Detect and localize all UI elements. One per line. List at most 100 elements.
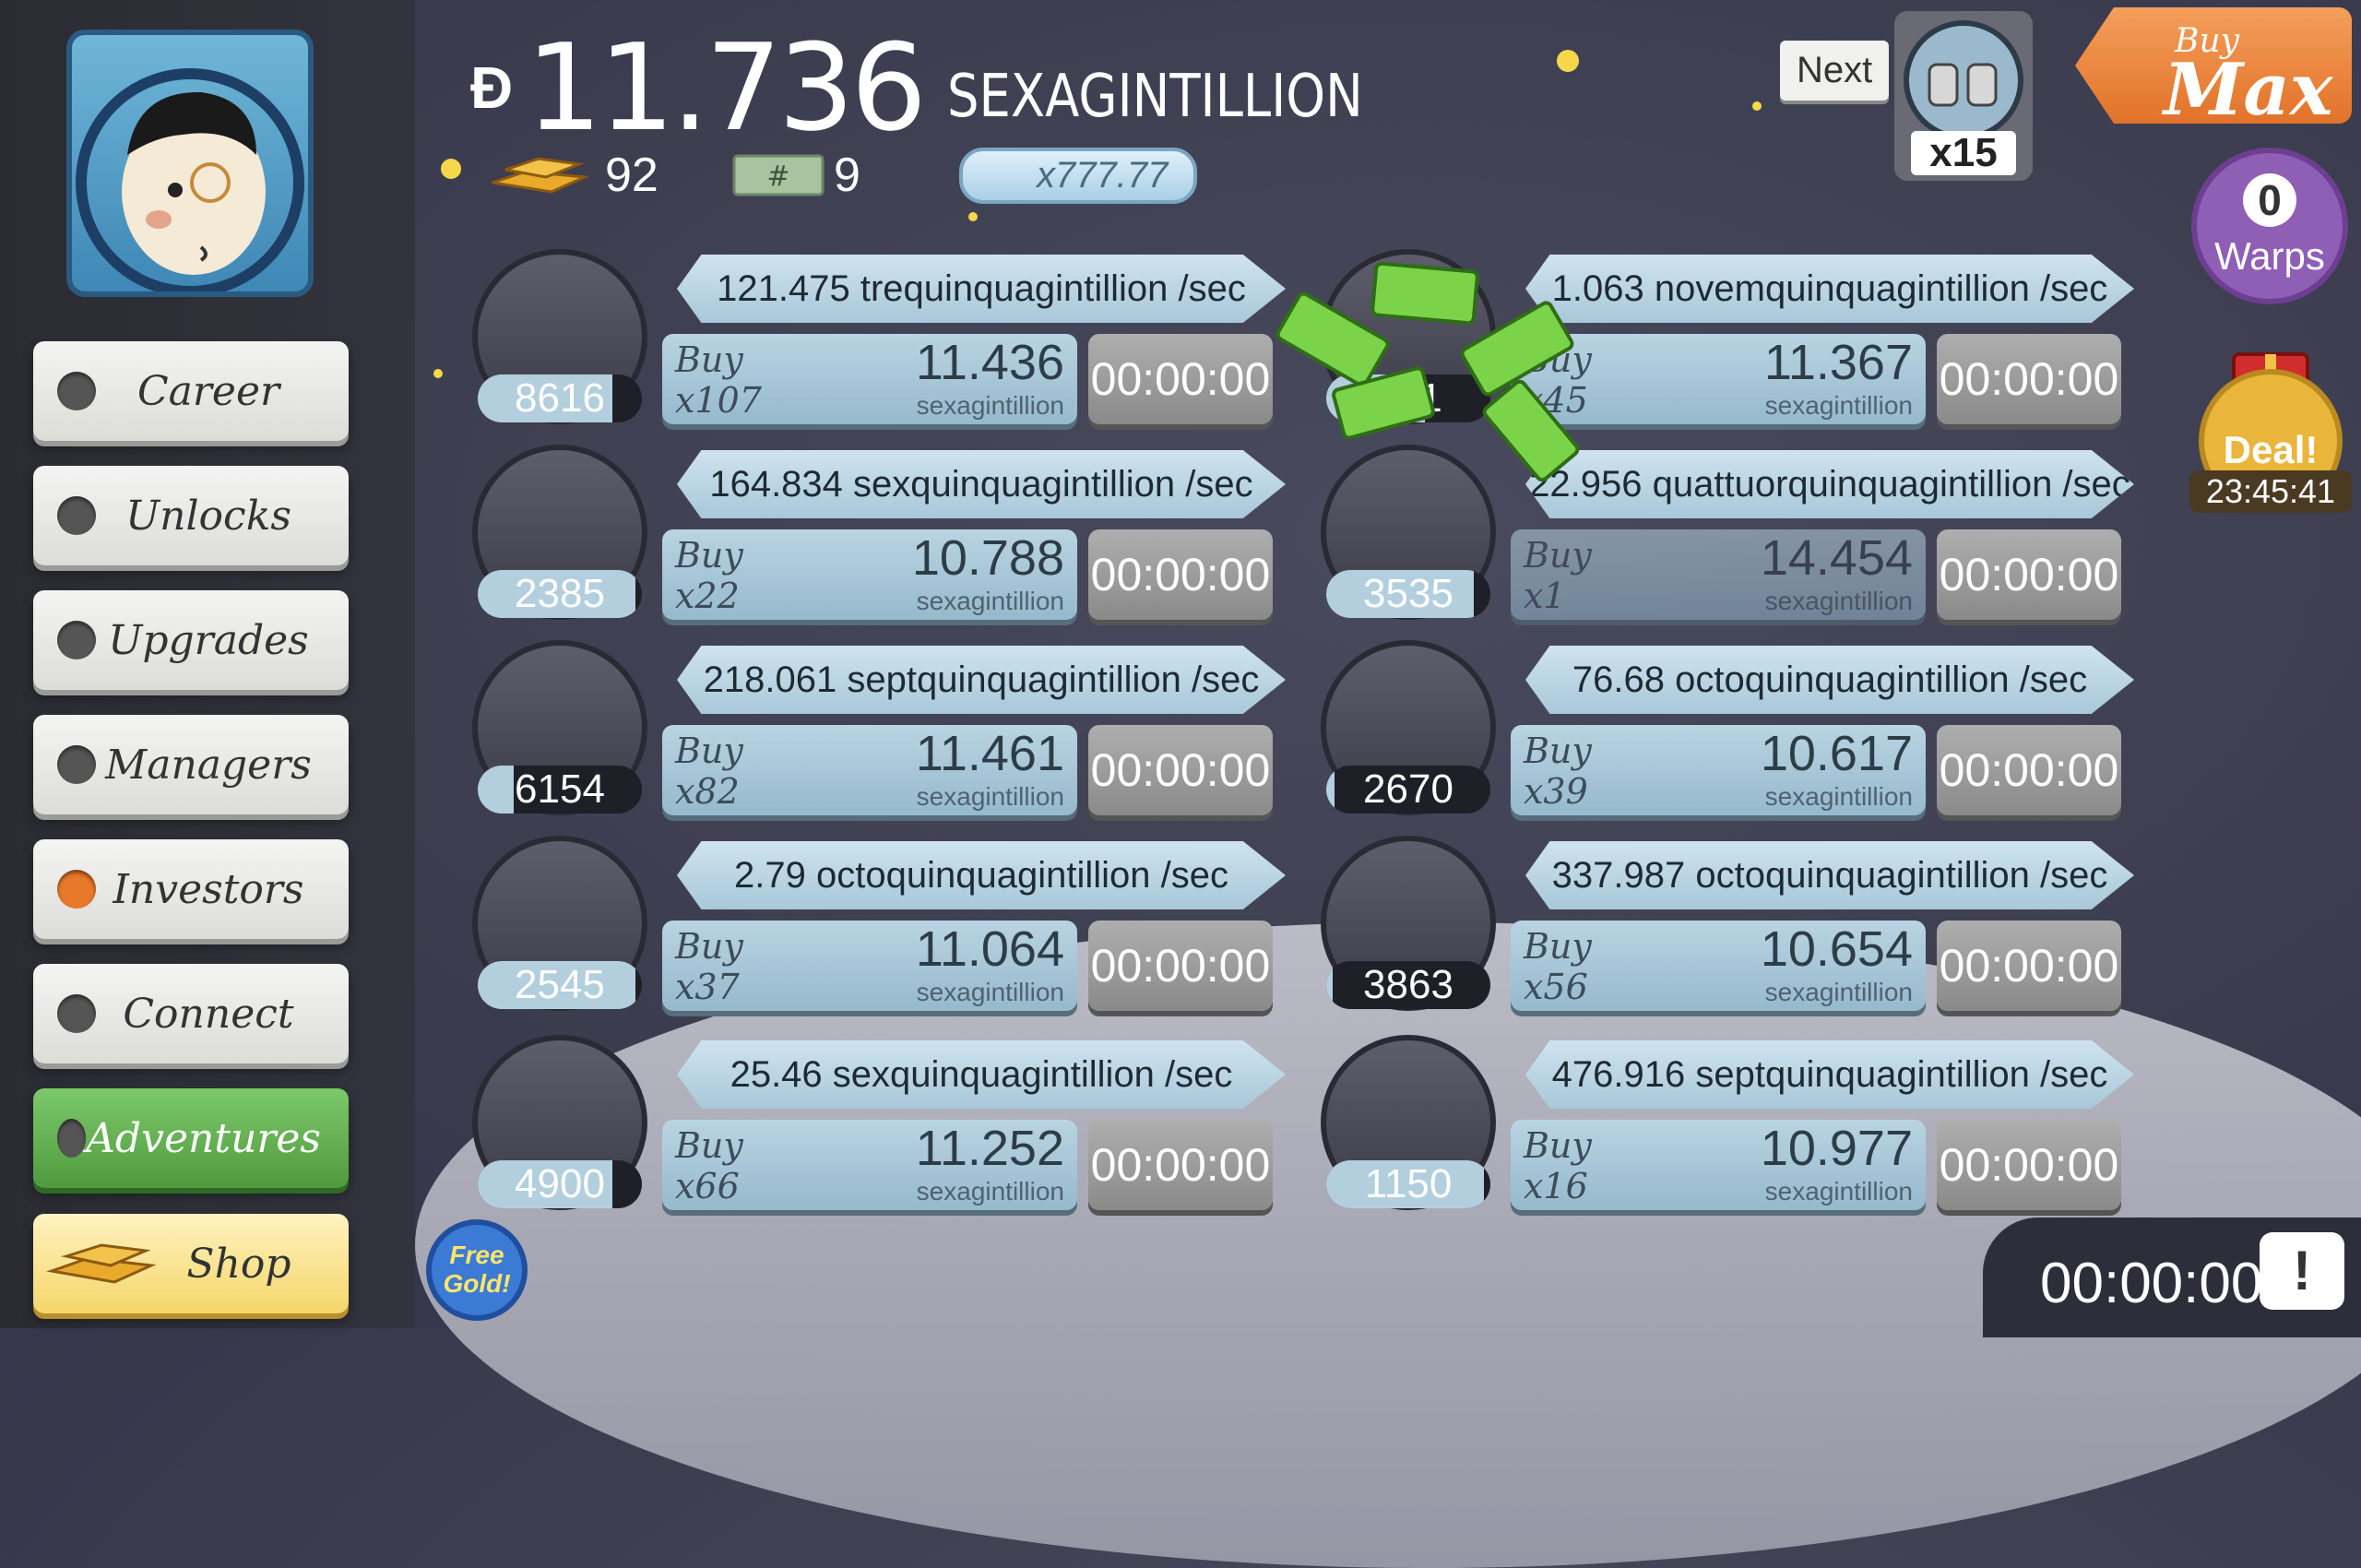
buy-cost: 10.788 bbox=[911, 530, 1064, 586]
business-timer: 00:00:00 bbox=[1937, 725, 2121, 815]
cash-burst-icon bbox=[1275, 261, 1580, 482]
angel-multiplier: x777.77 bbox=[959, 148, 1198, 204]
business-row: 2670 76.68 octoquinquagintillion /sec Buy x… bbox=[1321, 640, 2188, 815]
buy-max-button[interactable]: Buy Max bbox=[2075, 7, 2352, 124]
owned-count-bar: 2545 bbox=[478, 961, 642, 1009]
business-timer: 00:00:00 bbox=[1088, 334, 1273, 424]
star bbox=[968, 212, 978, 221]
buy-quantity: x107 bbox=[675, 380, 762, 421]
next-unlock[interactable]: x15 bbox=[1894, 11, 2033, 181]
business-row: 4900 25.46 sexquinquagintillion /sec Buy x6… bbox=[472, 1035, 1339, 1210]
warps-label: Warps bbox=[2214, 234, 2325, 278]
buy-cost: 10.977 bbox=[1760, 1121, 1913, 1176]
buy-cost: 10.617 bbox=[1760, 726, 1913, 781]
deal-timer: 23:45:41 bbox=[2189, 470, 2352, 513]
owned-count-bar: 8616 bbox=[478, 374, 642, 422]
owned-count: 6154 bbox=[515, 766, 605, 812]
sidebar-item-unlocks[interactable]: Unlocks bbox=[33, 466, 349, 565]
buy-button[interactable]: Buy x56 10.654 sexagintillion bbox=[1511, 921, 1926, 1011]
gold-bars-icon bbox=[492, 157, 588, 194]
bottom-timer: 00:00:00 bbox=[2040, 1252, 2263, 1315]
business-timer: 00:00:00 bbox=[1088, 1120, 1273, 1210]
warps-count: 0 bbox=[2243, 173, 2296, 227]
business-row: 8616 121.475 trequinquagintillion /sec Buy… bbox=[472, 249, 1339, 424]
buy-button[interactable]: Buy x39 10.617 sexagintillion bbox=[1511, 725, 1926, 815]
buy-button[interactable]: Buy x37 11.064 sexagintillion bbox=[662, 921, 1077, 1011]
money-value: 11.736 bbox=[526, 18, 927, 158]
income-rate: 164.834 sexquinquagintillion /sec bbox=[677, 450, 1286, 518]
buy-max-max-label: Max bbox=[2164, 48, 2333, 132]
buy-cost-unit: sexagintillion bbox=[916, 1177, 1064, 1206]
sidebar-item-career[interactable]: Career bbox=[33, 341, 349, 441]
buy-cost: 14.454 bbox=[1760, 530, 1913, 586]
deal-button[interactable]: Deal! 23:45:41 bbox=[2189, 332, 2352, 517]
status-dot bbox=[57, 621, 96, 659]
sidebar-item-managers[interactable]: Managers bbox=[33, 715, 349, 814]
owned-count-bar: 3863 bbox=[1326, 961, 1490, 1009]
income-rate: 121.475 trequinquagintillion /sec bbox=[677, 255, 1286, 323]
buy-button[interactable]: Buy x16 10.977 sexagintillion bbox=[1511, 1120, 1926, 1210]
income-rate: 337.987 octoquinquagintillion /sec bbox=[1525, 841, 2134, 909]
sidebar-item-investors[interactable]: Investors bbox=[33, 839, 349, 939]
owned-count: 3535 bbox=[1363, 571, 1453, 616]
astronaut-portrait-icon bbox=[76, 68, 304, 291]
sidebar-item-upgrades[interactable]: Upgrades bbox=[33, 590, 349, 690]
buy-quantity: x1 bbox=[1524, 576, 1566, 616]
sidebar-item-label: Investors bbox=[113, 865, 304, 913]
ticket-counter: # 9 bbox=[732, 148, 860, 203]
buy-button[interactable]: Buy x66 11.252 sexagintillion bbox=[662, 1120, 1077, 1210]
status-dot bbox=[57, 372, 96, 410]
buy-cost: 10.654 bbox=[1760, 921, 1913, 977]
sidebar-item-adventures[interactable]: Adventures bbox=[33, 1088, 349, 1188]
ticket-count: 9 bbox=[834, 148, 860, 202]
tv-alert-icon[interactable]: ! bbox=[2260, 1232, 2344, 1310]
owned-count: 1150 bbox=[1364, 1161, 1453, 1206]
business-timer: 00:00:00 bbox=[1937, 921, 2121, 1011]
status-dot bbox=[57, 1119, 87, 1158]
buy-cost: 11.461 bbox=[915, 726, 1064, 781]
player-avatar[interactable] bbox=[66, 30, 314, 297]
money-display: Ð 11.736 SEXAGINTILLION bbox=[470, 28, 1436, 148]
sidebar-item-label: Upgrades bbox=[108, 616, 309, 664]
buy-cost: 11.252 bbox=[915, 1121, 1064, 1176]
currency-symbol: Ð bbox=[470, 54, 514, 121]
buy-cost-unit: sexagintillion bbox=[1764, 782, 1913, 811]
warps-button[interactable]: 0 Warps bbox=[2191, 148, 2348, 304]
business-timer: 00:00:00 bbox=[1937, 529, 2121, 620]
buy-quantity: x22 bbox=[675, 576, 740, 616]
income-rate: 2.79 octoquinquagintillion /sec bbox=[677, 841, 1286, 909]
next-unlock-label: Next bbox=[1780, 41, 1890, 101]
angel-bonus[interactable]: x777.77 bbox=[959, 148, 1198, 204]
buy-label: Buy bbox=[1524, 731, 1592, 771]
business-timer: 00:00:00 bbox=[1088, 529, 1273, 620]
buy-button[interactable]: Buy x82 11.461 sexagintillion bbox=[662, 725, 1077, 815]
sidebar-item-label: Unlocks bbox=[125, 492, 291, 540]
sidebar-item-connect[interactable]: Connect bbox=[33, 964, 349, 1063]
owned-count: 2385 bbox=[515, 571, 605, 616]
status-dot bbox=[57, 496, 96, 535]
money-unit: SEXAGINTILLION bbox=[947, 63, 1363, 131]
buy-button[interactable]: Buy x22 10.788 sexagintillion bbox=[662, 529, 1077, 620]
star bbox=[1557, 50, 1579, 72]
owned-progress bbox=[478, 766, 515, 814]
buy-cost: 11.436 bbox=[915, 335, 1064, 390]
income-rate: 476.916 septquinquagintillion /sec bbox=[1525, 1040, 2134, 1109]
buy-button[interactable]: Buy x107 11.436 sexagintillion bbox=[662, 334, 1077, 424]
buy-button[interactable]: Buy x1 14.454 sexagintillion bbox=[1511, 529, 1926, 620]
buy-label: Buy bbox=[675, 731, 743, 771]
owned-count-bar: 2670 bbox=[1326, 766, 1490, 814]
buy-cost-unit: sexagintillion bbox=[916, 391, 1064, 420]
gold-count: 92 bbox=[605, 148, 658, 202]
business-row: 6154 218.061 septquinquagintillion /sec Bu… bbox=[472, 640, 1339, 815]
gold-counter: 92 bbox=[487, 148, 658, 203]
business-timer: 00:00:00 bbox=[1937, 334, 2121, 424]
sidebar-item-label: Shop bbox=[186, 1240, 291, 1288]
business-row: 2385 164.834 sexquinquagintillion /sec Buy… bbox=[472, 445, 1339, 620]
income-rate: 1.063 novemquinquagintillion /sec bbox=[1525, 255, 2134, 323]
gold-bars-icon bbox=[46, 1243, 157, 1284]
income-rate: 76.68 octoquinquagintillion /sec bbox=[1525, 646, 2134, 714]
income-rate: 22.956 quattuorquinquagintillion /sec bbox=[1525, 450, 2134, 518]
buy-cost: 11.064 bbox=[915, 921, 1064, 977]
sidebar-item-shop[interactable]: Shop bbox=[33, 1214, 349, 1313]
free-gold-button[interactable]: Free Gold! bbox=[426, 1219, 528, 1321]
